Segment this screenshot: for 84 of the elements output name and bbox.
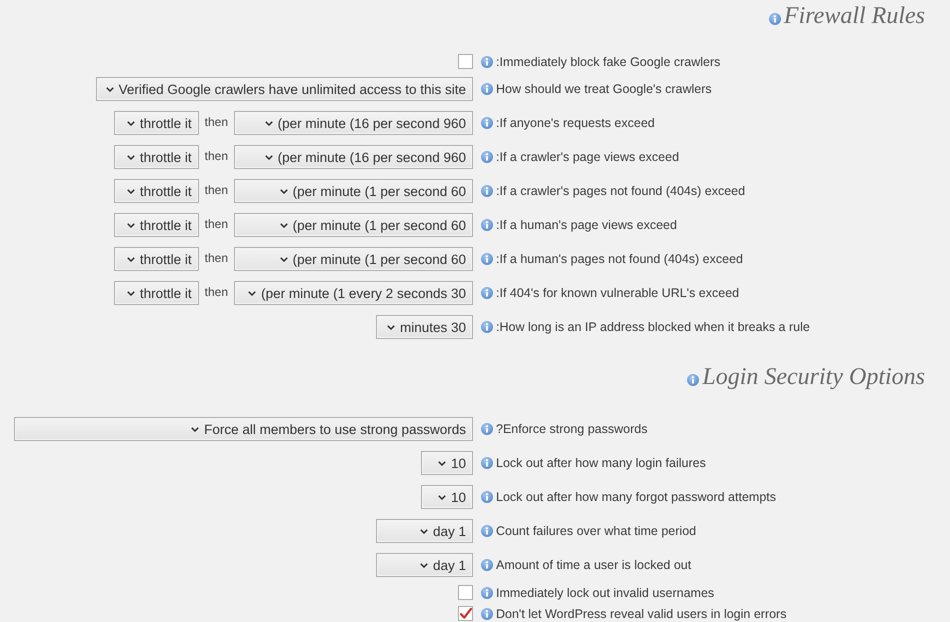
caret-icon: [420, 562, 428, 568]
dropdown[interactable]: throttle it: [114, 145, 199, 169]
dropdown[interactable]: Force all members to use strong passwords: [14, 417, 473, 441]
caret-icon: [126, 290, 135, 296]
dropdown[interactable]: throttle it: [114, 281, 199, 305]
caret-icon: [280, 222, 288, 228]
info-icon[interactable]: [481, 321, 493, 333]
info-icon[interactable]: [481, 219, 493, 231]
caret-icon: [126, 120, 135, 126]
then-label: then: [204, 148, 228, 162]
caret-icon: [386, 324, 395, 330]
dropdown[interactable]: 10: [421, 451, 473, 475]
option-label: :If a human's pages not found (404s) exceed: [496, 252, 743, 266]
dropdown[interactable]: Verified Google crawlers have unlimited access to this site: [96, 77, 473, 101]
info-icon[interactable]: [481, 525, 493, 537]
caret-icon: [106, 86, 114, 92]
caret-icon: [264, 120, 273, 126]
dropdown[interactable]: (per minute (1 per second 60: [234, 213, 473, 237]
caret-icon: [248, 290, 256, 296]
info-icon[interactable]: [481, 586, 493, 598]
caret-icon: [280, 256, 288, 262]
option-label: Count failures over what time period: [496, 524, 696, 538]
option-label: :How long is an IP address blocked when it breaks a rule: [496, 320, 810, 334]
option-label: :If a human's page views exceed: [496, 218, 677, 232]
dropdown[interactable]: (per minute (16 per second 960: [234, 145, 473, 169]
option-label: :If a crawler's page views exceed: [496, 150, 680, 164]
info-icon[interactable]: [687, 374, 700, 386]
caret-icon: [126, 256, 135, 262]
info-icon[interactable]: [481, 287, 493, 299]
info-icon[interactable]: [481, 457, 493, 469]
option-label: :If a crawler's pages not found (404s) exceed: [496, 184, 746, 198]
option-label: Lock out after how many forgot password attempts: [496, 490, 776, 504]
info-icon[interactable]: [481, 608, 493, 620]
then-label: then: [204, 250, 228, 264]
option-label: :If 404's for known vulnerable URL's exceed: [496, 286, 740, 300]
info-icon[interactable]: [481, 56, 493, 68]
then-label: then: [204, 182, 228, 196]
caret-icon: [264, 154, 273, 160]
caret-icon: [420, 528, 428, 534]
info-icon[interactable]: [481, 423, 493, 435]
caret-icon: [438, 494, 446, 500]
section-title: Login Security Options: [702, 363, 925, 392]
info-icon[interactable]: [481, 185, 493, 197]
caret-icon: [126, 154, 135, 160]
option-label: Immediately lock out invalid usernames: [496, 586, 714, 600]
dropdown[interactable]: throttle it: [114, 179, 199, 203]
then-label: then: [204, 216, 228, 230]
dropdown[interactable]: throttle it: [114, 247, 199, 271]
dropdown[interactable]: day 1: [376, 519, 473, 543]
dropdown[interactable]: 10: [421, 485, 473, 509]
dropdown[interactable]: day 1: [376, 553, 473, 577]
dropdown[interactable]: throttle it: [114, 213, 199, 237]
dropdown[interactable]: (per minute (1 per second 60: [234, 179, 473, 203]
section-title: Firewall Rules: [784, 2, 925, 31]
dropdown[interactable]: (per minute (1 per second 60: [234, 247, 473, 271]
caret-icon: [191, 426, 200, 432]
option-label: Lock out after how many login failures: [496, 456, 706, 470]
info-icon[interactable]: [481, 559, 493, 571]
checkbox[interactable]: [458, 54, 473, 69]
caret-icon: [280, 188, 288, 194]
info-icon[interactable]: [481, 253, 493, 265]
info-icon[interactable]: [768, 12, 781, 24]
caret-icon: [126, 222, 135, 228]
checkbox[interactable]: [458, 606, 473, 621]
option-label: Don't let WordPress reveal valid users in login errors: [496, 606, 786, 620]
info-icon[interactable]: [481, 151, 493, 163]
option-label: :Immediately block fake Google crawlers: [496, 54, 720, 68]
then-label: then: [204, 284, 228, 298]
option-label: ?Enforce strong passwords: [496, 422, 648, 436]
then-label: then: [204, 114, 228, 128]
checkmark-icon: [460, 608, 472, 619]
checkbox[interactable]: [458, 585, 473, 600]
info-icon[interactable]: [481, 83, 493, 95]
info-icon[interactable]: [481, 491, 493, 503]
dropdown[interactable]: throttle it: [114, 111, 199, 135]
option-label: How should we treat Google's crawlers: [496, 82, 712, 96]
dropdown[interactable]: minutes 30: [376, 315, 473, 339]
option-label: Amount of time a user is locked out: [496, 558, 692, 572]
dropdown[interactable]: (per minute (16 per second 960: [234, 111, 473, 135]
caret-icon: [438, 460, 446, 466]
caret-icon: [126, 188, 135, 194]
info-icon[interactable]: [481, 117, 493, 129]
option-label: :If anyone's requests exceed: [496, 116, 655, 130]
dropdown[interactable]: (per minute (1 every 2 seconds 30: [234, 281, 473, 305]
